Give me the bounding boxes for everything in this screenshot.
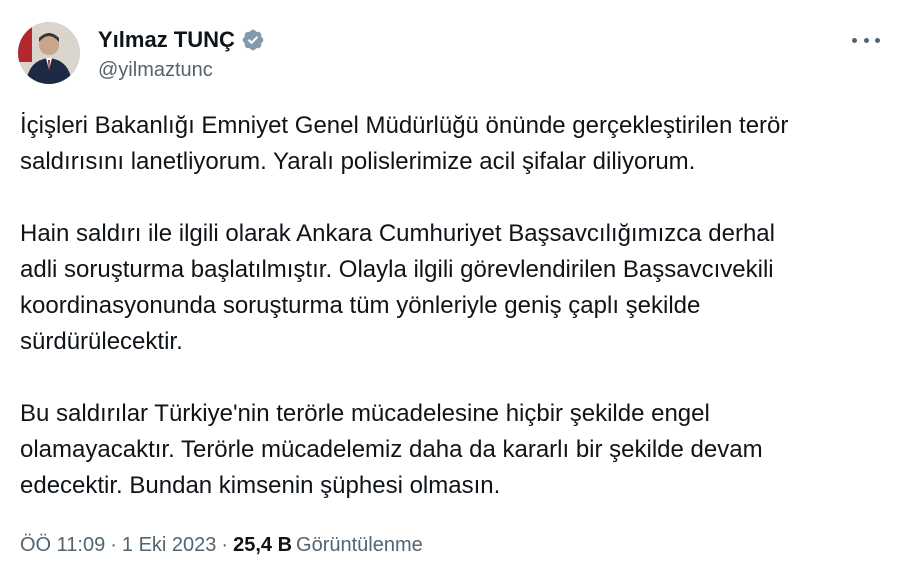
author-name[interactable]: Yılmaz TUNÇ bbox=[98, 27, 235, 53]
dot bbox=[863, 37, 869, 43]
tweet-card: Yılmaz TUNÇ @yilmaztunc İçişleri Bakanlı… bbox=[0, 0, 900, 579]
tweet-paragraph: İçişleri Bakanlığı Emniyet Genel Müdürlü… bbox=[20, 108, 880, 180]
tweet-paragraph: Hain saldırı ile ilgili olarak Ankara Cu… bbox=[20, 216, 880, 360]
meta-separator: · bbox=[221, 534, 229, 556]
views-count[interactable]: 25,4 B bbox=[233, 534, 292, 556]
tweet-date[interactable]: 1 Eki 2023 bbox=[122, 534, 217, 556]
text-line: sürdürülecektir. bbox=[20, 328, 183, 355]
verified-badge-icon bbox=[242, 29, 264, 50]
meta-separator: · bbox=[110, 534, 117, 556]
text-line: Bu saldırılar Türkiye'nin terörle mücade… bbox=[20, 400, 710, 427]
text-line: saldırısını lanetliyorum. Yaralı polisle… bbox=[20, 148, 696, 175]
dot bbox=[875, 37, 880, 43]
more-options-icon[interactable] bbox=[852, 30, 880, 50]
text-line: koordinasyonunda soruşturma tüm yönleriy… bbox=[20, 292, 701, 319]
tweet-text: İçişleri Bakanlığı Emniyet Genel Müdürlü… bbox=[20, 108, 880, 540]
dot bbox=[852, 37, 857, 43]
text-line: olamayacaktır. Terörle mücadelemiz daha … bbox=[20, 436, 763, 463]
text-line: adli soruşturma başlatılmıştır. Olayla i… bbox=[20, 256, 774, 283]
tweet-meta: ÖÖ 11:09 · 1 Eki 2023 · 25,4 B Görüntülenme bbox=[20, 534, 423, 557]
text-line: İçişleri Bakanlığı Emniyet Genel Müdürlü… bbox=[20, 112, 789, 139]
author-identity: Yılmaz TUNÇ @yilmaztunc bbox=[98, 25, 265, 82]
avatar-image bbox=[18, 22, 80, 84]
author-handle[interactable]: @yilmaztunc bbox=[98, 59, 265, 82]
tweet-paragraph: Bu saldırılar Türkiye'nin terörle mücade… bbox=[20, 396, 880, 504]
avatar[interactable] bbox=[18, 22, 80, 84]
tweet-header: Yılmaz TUNÇ @yilmaztunc bbox=[18, 22, 265, 84]
text-line: Hain saldırı ile ilgili olarak Ankara Cu… bbox=[20, 220, 775, 247]
text-line: edecektir. Bundan kimsenin şüphesi olmas… bbox=[20, 472, 501, 499]
tweet-time[interactable]: ÖÖ 11:09 bbox=[20, 534, 105, 556]
views-label: Görüntülenme bbox=[296, 534, 423, 556]
name-row: Yılmaz TUNÇ bbox=[98, 25, 265, 55]
